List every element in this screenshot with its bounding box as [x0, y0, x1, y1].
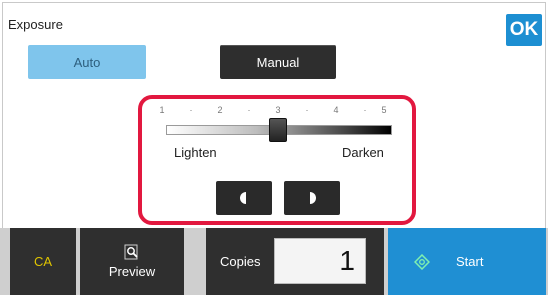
scale-label-2: 2	[217, 105, 223, 115]
half-moon-left-icon	[240, 192, 246, 204]
scale-label-5: 5	[381, 105, 387, 115]
half-moon-right-icon	[310, 192, 316, 204]
scale-label-4: 4	[333, 105, 339, 115]
exposure-screen: Exposure OK Auto Manual 1 · 2 · 3 · 4 · …	[0, 0, 548, 295]
bottom-bar: CA Preview Copies 1 Start	[0, 228, 548, 295]
darken-label: Darken	[342, 145, 384, 160]
lighten-label: Lighten	[174, 145, 217, 160]
diamond-start-icon	[414, 254, 430, 270]
ok-button[interactable]: OK	[506, 14, 542, 46]
scale-label-3: 3	[275, 105, 281, 115]
scale-dot: ·	[247, 105, 251, 115]
auto-mode-button[interactable]: Auto	[28, 45, 146, 79]
exposure-adjust-panel: 1 · 2 · 3 · 4 · 5 Lighten Darken	[138, 95, 416, 225]
start-label: Start	[456, 254, 484, 269]
scale-dot: ·	[189, 105, 193, 115]
magnifier-icon	[124, 244, 138, 260]
preview-label: Preview	[108, 264, 156, 279]
copies-label: Copies	[220, 254, 261, 269]
page-title: Exposure	[8, 17, 63, 32]
copies-input[interactable]: 1	[274, 238, 366, 284]
ca-button[interactable]: CA	[10, 228, 76, 295]
copies-control: Copies 1	[206, 228, 384, 295]
manual-mode-button[interactable]: Manual	[220, 45, 336, 79]
start-button[interactable]: Start	[388, 228, 546, 295]
scale-dot: ·	[305, 105, 309, 115]
exposure-slider-thumb[interactable]	[269, 118, 287, 142]
scale-dot: ·	[363, 105, 367, 115]
darker-button[interactable]	[284, 181, 340, 215]
scale-label-1: 1	[159, 105, 165, 115]
exposure-scale: 1 · 2 · 3 · 4 · 5	[159, 105, 386, 117]
lighter-button[interactable]	[216, 181, 272, 215]
preview-button[interactable]: Preview	[80, 228, 184, 295]
